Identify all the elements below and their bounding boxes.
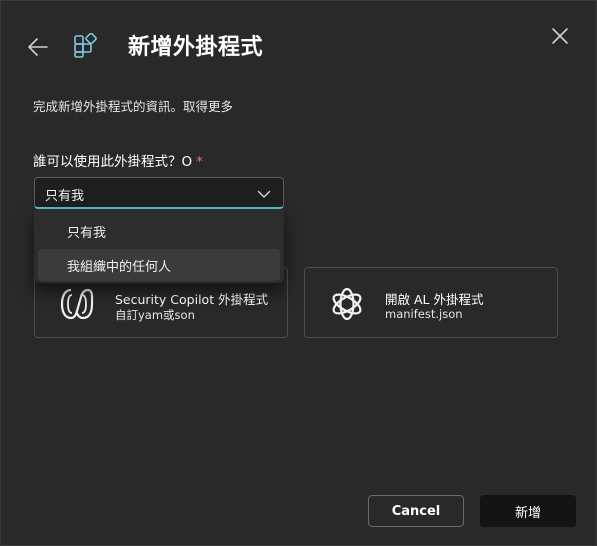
dropdown-option-label: 我組織中的任何人 bbox=[67, 260, 172, 275]
dropdown-option-label: 只有我 bbox=[67, 226, 107, 241]
description: 完成新增外掛程式的資訊。取得更多 bbox=[33, 98, 233, 116]
visibility-selected-value: 只有我 bbox=[45, 189, 85, 204]
add-button[interactable]: 新增 bbox=[480, 495, 576, 527]
visibility-label: 誰可以使用此外掛程式？O * bbox=[33, 152, 203, 172]
learn-more-link[interactable]: 取得更多 bbox=[183, 99, 233, 114]
visibility-label-text: 誰可以使用此外掛程式？O bbox=[33, 154, 193, 170]
dropdown-option-anyone-in-org[interactable]: 我組織中的任何人 bbox=[38, 249, 280, 281]
card-subtitle: manifest.json bbox=[385, 307, 463, 321]
required-mark: * bbox=[196, 154, 203, 170]
arrow-left-icon bbox=[28, 38, 48, 56]
apps-add-icon bbox=[73, 32, 99, 59]
openai-plugin-card[interactable]: 開啟 AL 外掛程式 manifest.json bbox=[304, 267, 558, 338]
back-button[interactable] bbox=[25, 35, 51, 59]
close-button[interactable] bbox=[549, 25, 571, 47]
visibility-dropdown-menu: 只有我 我組織中的任何人 bbox=[34, 209, 284, 283]
description-text: 完成新增外掛程式的資訊。 bbox=[33, 99, 184, 114]
add-plugin-dialog: 新增外掛程式 完成新增外掛程式的資訊。取得更多 誰可以使用此外掛程式？O * 只有… bbox=[0, 0, 597, 546]
dialog-title: 新增外掛程式 bbox=[128, 35, 264, 60]
chevron-down-icon bbox=[257, 190, 271, 198]
openai-logo-icon bbox=[332, 287, 362, 321]
card-title: 開啟 AL 外掛程式 bbox=[385, 292, 484, 307]
copilot-logo-icon bbox=[60, 288, 94, 320]
card-subtitle: 自訂yam或son bbox=[115, 308, 195, 322]
close-icon bbox=[552, 28, 568, 44]
visibility-select[interactable]: 只有我 bbox=[34, 177, 284, 209]
dropdown-option-only-me[interactable]: 只有我 bbox=[38, 215, 280, 247]
cancel-button[interactable]: Cancel bbox=[368, 495, 464, 527]
card-title: Security Copilot 外掛程式 bbox=[115, 292, 269, 307]
